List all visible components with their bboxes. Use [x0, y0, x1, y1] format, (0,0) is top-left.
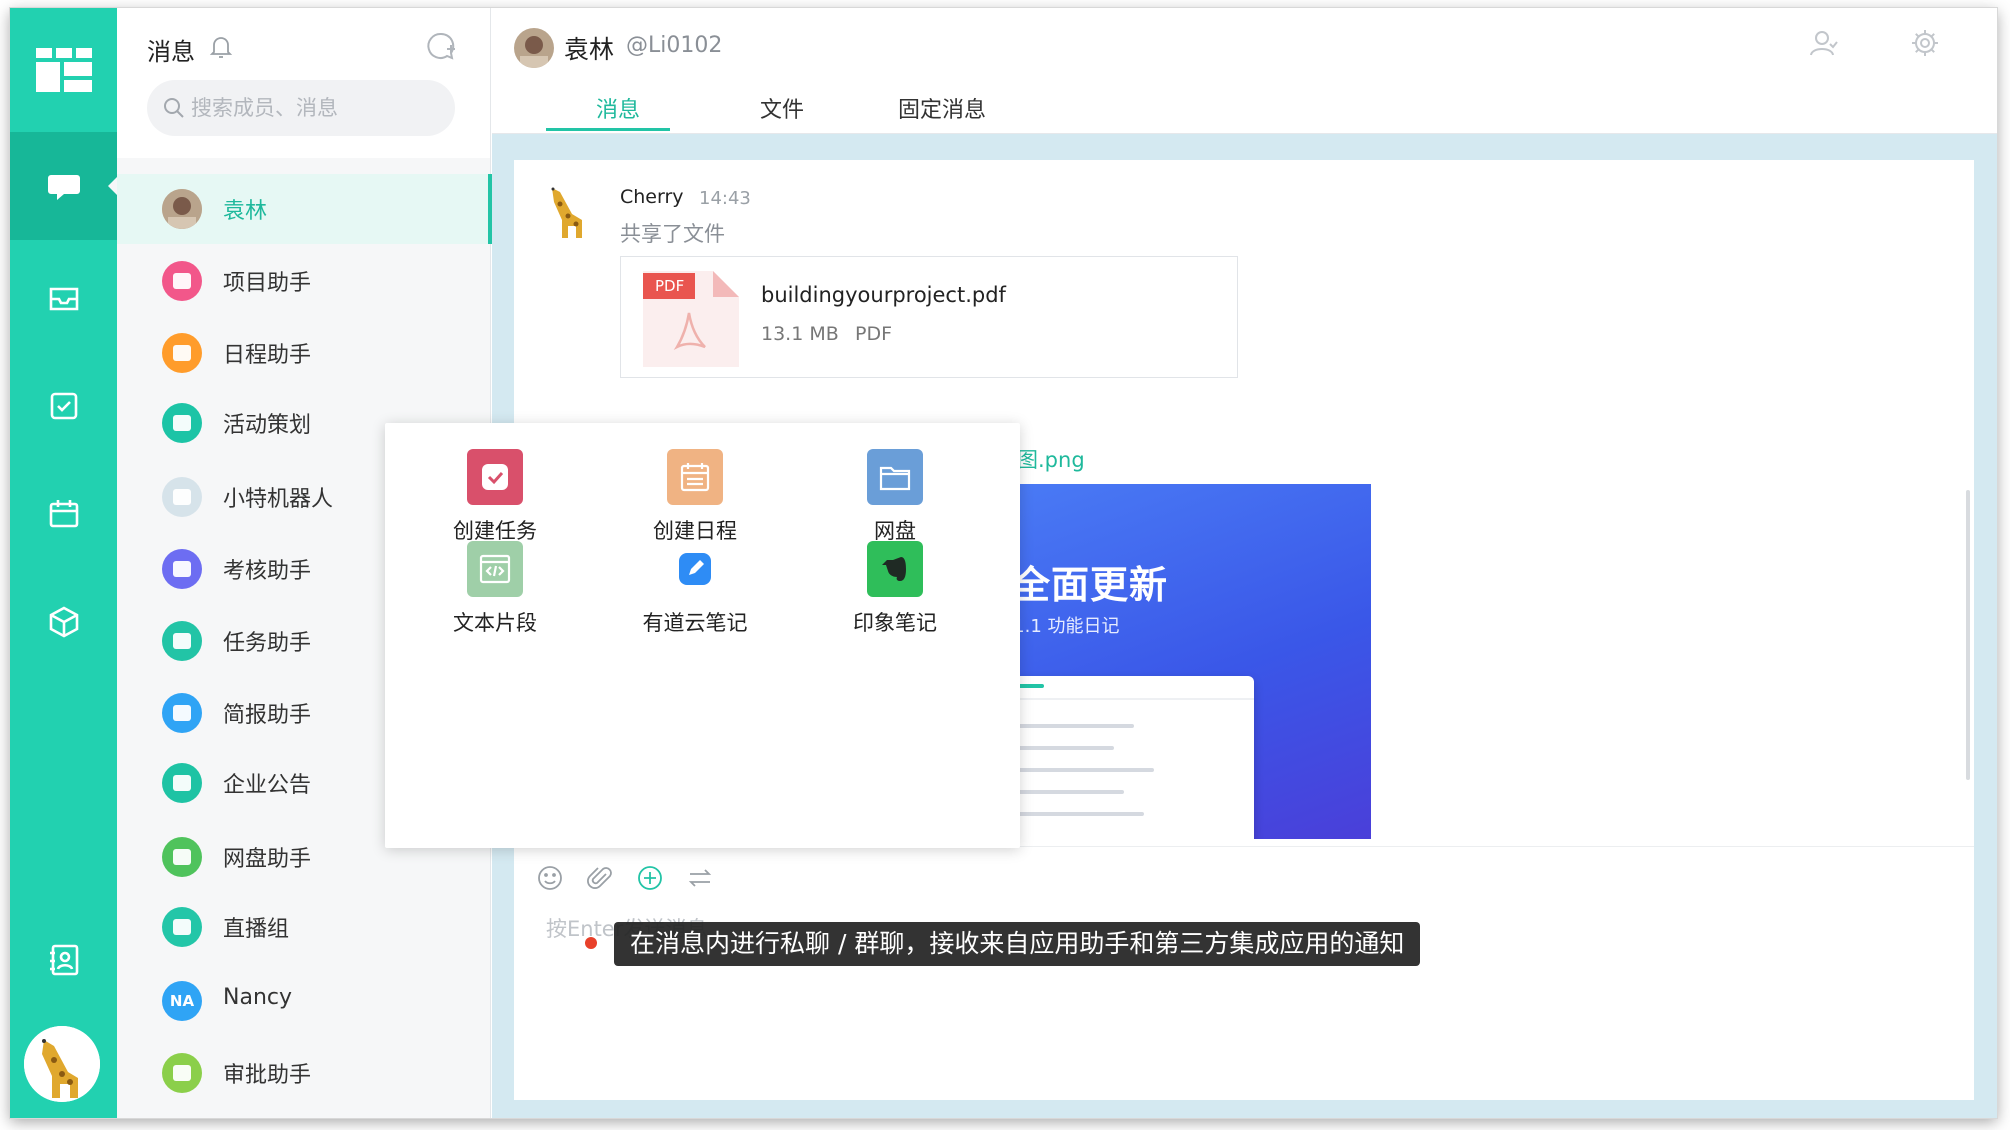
conversation-name: 考核助手	[223, 559, 312, 584]
logo-icon[interactable]	[36, 48, 92, 92]
task-check-icon	[467, 449, 523, 505]
nav-contacts[interactable]	[10, 906, 117, 1014]
preview-title: 全面更新	[1012, 563, 1169, 607]
calendar-icon	[667, 449, 723, 505]
nav-calendar[interactable]	[10, 460, 117, 568]
tab-files[interactable]: 文件	[760, 92, 804, 124]
code-snippet-icon	[467, 541, 523, 597]
giraffe-avatar-icon	[24, 1026, 100, 1102]
conversation-name: 日程助手	[223, 343, 312, 368]
avatar-photo-icon	[162, 189, 202, 229]
nav-messages[interactable]	[10, 132, 118, 240]
panel-title: 消息	[147, 38, 195, 66]
file-size: 13.1 MB	[761, 323, 839, 345]
contacts-icon	[49, 944, 78, 976]
nav-apps[interactable]	[10, 568, 117, 676]
conversation-name: Nancy	[223, 985, 292, 1010]
message-time: 14:43	[699, 188, 751, 209]
gear-icon[interactable]	[1910, 28, 1940, 58]
user-avatar[interactable]	[24, 1026, 100, 1102]
conversation-item[interactable]: 日程助手	[117, 318, 491, 388]
cube-icon	[49, 606, 78, 638]
text-snippet-button[interactable]: 文本片段	[415, 541, 575, 651]
file-attachment[interactable]: PDF buildingyourproject.pdf 13.1 MB PDF	[620, 256, 1238, 378]
assistant-app-icon	[162, 621, 202, 661]
task-icon	[50, 392, 77, 420]
search-input[interactable]	[191, 80, 441, 136]
conversation-name: 直播组	[223, 917, 290, 942]
preview-screenshot	[996, 676, 1254, 839]
add-app-icon[interactable]	[636, 864, 664, 892]
file-name: buildingyourproject.pdf	[761, 283, 1006, 307]
initials-avatar: NA	[162, 981, 202, 1021]
conversation-item[interactable]: 项目助手	[117, 246, 491, 316]
app-window: 消息 袁林项目助手日程助手活动策划小特机器人考核助手任务助手简报助手企业公告网盘…	[10, 8, 1997, 1118]
youdao-note-button[interactable]: 有道云笔记	[615, 541, 775, 651]
scrollbar[interactable]	[1966, 490, 1970, 780]
tab-pinned[interactable]: 固定消息	[898, 92, 986, 124]
nav-inbox[interactable]	[10, 244, 117, 352]
assistant-app-icon	[162, 693, 202, 733]
file-type: PDF	[855, 323, 893, 345]
giraffe-avatar-icon[interactable]	[546, 182, 602, 242]
assistant-app-icon	[162, 261, 202, 301]
conversation-item[interactable]: 审批助手	[117, 1038, 491, 1108]
youdao-note-icon	[667, 541, 723, 597]
assistant-app-icon	[162, 333, 202, 373]
tab-messages[interactable]: 消息	[596, 92, 640, 124]
conversation-name: 网盘助手	[223, 847, 312, 872]
bell-icon[interactable]	[209, 34, 233, 60]
evernote-icon	[867, 541, 923, 597]
message-text: 共享了文件	[620, 222, 725, 246]
transfer-icon[interactable]	[686, 864, 714, 892]
inbox-icon	[49, 287, 78, 311]
message-sender: Cherry	[620, 186, 684, 208]
conversation-name: 袁林	[223, 199, 268, 224]
pdf-badge: PDF	[655, 277, 685, 295]
text-snippet-label: 文本片段	[453, 611, 537, 635]
search-box[interactable]	[147, 80, 455, 136]
contact-avatar[interactable]	[514, 28, 554, 68]
feature-caption: 在消息内进行私聊 / 群聊，接收来自应用助手和第三方集成应用的通知	[614, 922, 1421, 966]
evernote-button[interactable]: 印象笔记	[815, 541, 975, 651]
app-launcher-popup: 创建任务 创建日程 网盘 文本片段 有道云笔记 印象笔记	[385, 423, 1020, 848]
conversation-name: 任务助手	[223, 631, 312, 656]
contact-handle: @Li0102	[626, 33, 723, 58]
emoji-icon[interactable]	[536, 864, 564, 892]
nav-rail	[10, 8, 118, 1118]
folder-icon	[867, 449, 923, 505]
paperclip-icon[interactable]	[586, 864, 614, 892]
conversation-name: 小特机器人	[223, 487, 334, 512]
chat-icon	[47, 175, 80, 200]
conversation-header: 消息	[117, 8, 490, 158]
conversation-item[interactable]: 直播组	[117, 892, 491, 962]
nav-tasks[interactable]	[10, 352, 117, 460]
caption-marker	[585, 937, 597, 949]
assistant-app-icon	[162, 1053, 202, 1093]
youdao-note-label: 有道云笔记	[642, 611, 748, 635]
assistant-app-icon	[162, 477, 202, 517]
member-icon[interactable]	[1808, 28, 1838, 58]
search-icon	[164, 98, 184, 118]
conversation-name: 简报助手	[223, 703, 312, 728]
avatar-photo-icon	[514, 28, 554, 68]
chat-header: 袁林 @Li0102 消息 文件 固定消息	[492, 8, 1997, 134]
conversation-name: 审批助手	[223, 1063, 312, 1088]
assistant-app-icon	[162, 763, 202, 803]
assistant-app-icon	[162, 549, 202, 589]
conversation-name: 活动策划	[223, 413, 312, 438]
new-chat-icon[interactable]	[425, 30, 457, 62]
conversation-item[interactable]: 袁林	[117, 174, 492, 244]
image-preview[interactable]: 全面更新 7.1.1 功能日记	[996, 484, 1371, 839]
assistant-app-icon	[162, 907, 202, 947]
assistant-app-icon	[162, 403, 202, 443]
evernote-label: 印象笔记	[853, 611, 937, 635]
assistant-app-icon	[162, 837, 202, 877]
contact-name: 袁林	[564, 35, 615, 64]
calendar-icon	[49, 500, 78, 528]
conversation-name: 项目助手	[223, 271, 312, 296]
conversation-name: 企业公告	[223, 773, 312, 798]
conversation-item[interactable]: NA Nancy	[117, 966, 491, 1036]
active-tab-indicator	[546, 128, 670, 131]
